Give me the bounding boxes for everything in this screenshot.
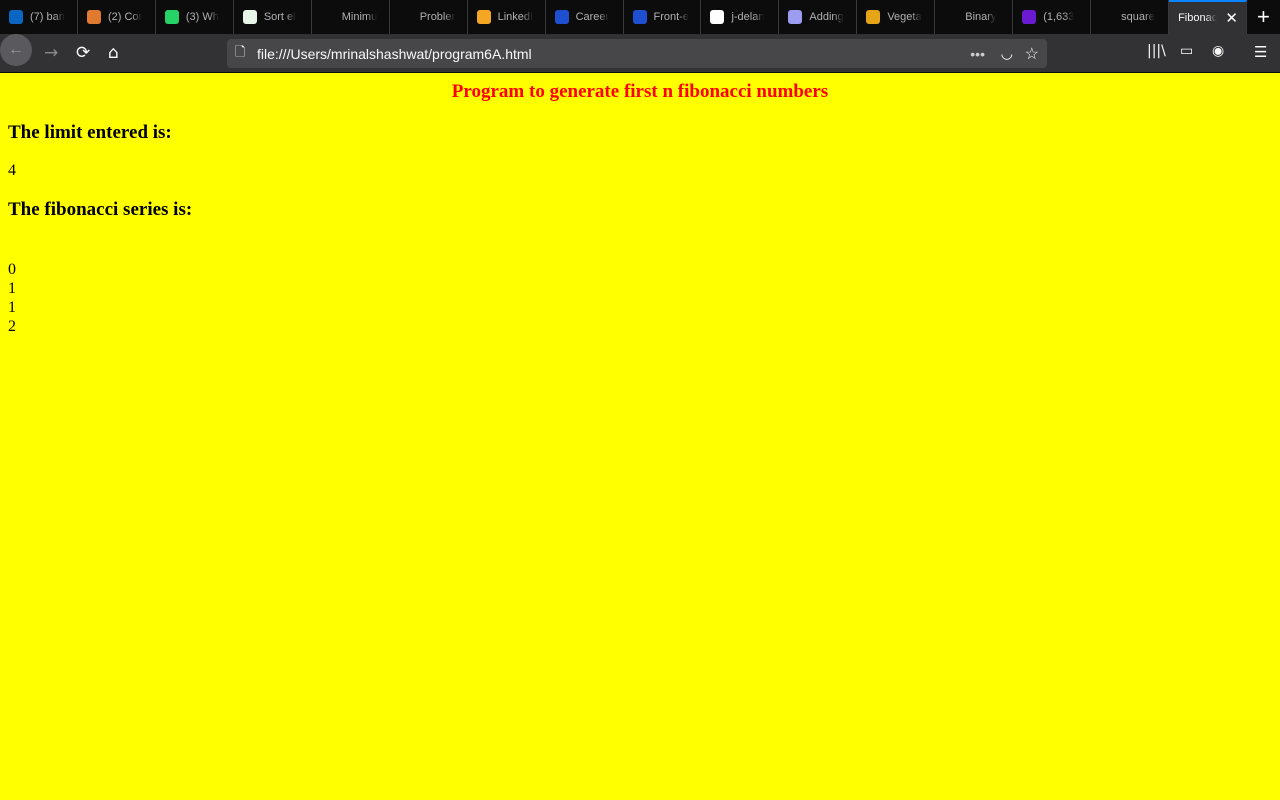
- series-item: 0: [8, 261, 16, 278]
- tab-label: Vegeta: [887, 11, 922, 23]
- nbc-icon: [476, 10, 491, 24]
- tab[interactable]: Career: [546, 0, 624, 34]
- tab-label: (7) ban: [30, 11, 65, 23]
- tab-active[interactable]: Fibonac ✕: [1169, 0, 1247, 34]
- tab-label: LinkedI: [497, 11, 534, 23]
- tab[interactable]: (7) ban: [0, 0, 78, 34]
- bluetooth-icon: [632, 10, 647, 24]
- bar-chart-icon: [866, 10, 881, 24]
- home-button[interactable]: ⌂: [108, 43, 119, 63]
- tab[interactable]: Binary: [935, 0, 1014, 34]
- github-icon: [710, 10, 725, 24]
- series-item: 1: [8, 299, 16, 316]
- pocket-icon[interactable]: ◡: [1001, 45, 1013, 62]
- arrow-left-icon: ←: [8, 41, 24, 58]
- page-actions-icon[interactable]: •••: [970, 46, 985, 62]
- tab[interactable]: j-delan: [701, 0, 780, 34]
- mail-icon: [1022, 10, 1037, 24]
- tab-label: Probler: [419, 11, 456, 23]
- geeksforgeeks-icon: [320, 10, 335, 24]
- tab[interactable]: Sort el: [234, 0, 312, 34]
- tab[interactable]: square: [1091, 0, 1170, 34]
- tab[interactable]: (3) Wh: [156, 0, 234, 34]
- series-item: 1: [8, 280, 16, 297]
- dot-icon: [1100, 10, 1115, 24]
- page-content: Program to generate first n fibonacci nu…: [0, 74, 1280, 336]
- tab-label: Front-e: [653, 11, 689, 23]
- interviewbit-icon: [944, 10, 959, 24]
- tab-label: square: [1121, 11, 1155, 23]
- limit-value: 4: [8, 162, 16, 179]
- tab-label: Fibonac: [1178, 12, 1218, 24]
- tab-label: j-delan: [731, 11, 765, 23]
- bluetooth-icon: [554, 10, 569, 24]
- tab-label: Adding: [809, 11, 844, 23]
- fibonacci-series: 0 1 1 2: [8, 260, 1272, 336]
- tab[interactable]: Probler: [390, 0, 468, 34]
- tab[interactable]: Vegeta: [857, 0, 936, 34]
- menu-icon[interactable]: ☰: [1254, 43, 1267, 61]
- geeksforgeeks-icon: [242, 10, 257, 24]
- tab[interactable]: (1,633: [1013, 0, 1092, 34]
- reload-button[interactable]: ⟳: [76, 43, 90, 63]
- account-icon[interactable]: ◉: [1212, 43, 1224, 59]
- library-icon[interactable]: |||\: [1147, 43, 1166, 59]
- tab[interactable]: LinkedI: [468, 0, 546, 34]
- tab[interactable]: Minimu: [312, 0, 390, 34]
- series-item: 2: [8, 318, 16, 335]
- tab-label: (1,633: [1043, 11, 1075, 23]
- page-icon: 🗋: [235, 43, 246, 59]
- codechef-icon: [86, 10, 101, 24]
- puzzle-icon: [788, 10, 803, 24]
- new-tab-button[interactable]: +: [1247, 0, 1280, 34]
- sidebar-icon[interactable]: ▭: [1180, 43, 1193, 59]
- warning-icon: [398, 10, 413, 24]
- whatsapp-icon: [164, 10, 179, 24]
- linkedin-icon: [9, 10, 23, 24]
- navigation-toolbar: ← → ⟳ ⌂ 🗋 file:///Users/mrinalshashwat/p…: [0, 34, 1280, 73]
- tab[interactable]: Front-e: [624, 0, 702, 34]
- tab-label: Career: [575, 11, 610, 23]
- page-title: Program to generate first n fibonacci nu…: [451, 81, 829, 102]
- tab[interactable]: (2) Cor: [78, 0, 156, 34]
- tab-label: (2) Cor: [107, 11, 143, 23]
- tab-bar: (7) ban (2) Cor (3) Wh Sort el Minimu Probler…: [0, 0, 1280, 34]
- close-tab-icon[interactable]: ✕: [1225, 9, 1238, 27]
- tab-label: (3) Wh: [185, 11, 219, 23]
- url-bar[interactable]: 🗋 file:///Users/mrinalshashwat/program6A…: [227, 39, 1047, 68]
- series-heading: The fibonacci series is:: [8, 199, 193, 220]
- back-button[interactable]: ←: [0, 34, 32, 66]
- url-text: file:///Users/mrinalshashwat/program6A.h…: [257, 45, 532, 62]
- tab-label: Binary: [965, 11, 997, 23]
- tab[interactable]: Adding: [779, 0, 858, 34]
- tab-label: Minimu: [341, 11, 378, 23]
- limit-heading: The limit entered is:: [8, 122, 172, 143]
- forward-button[interactable]: →: [44, 43, 58, 63]
- bookmark-star-icon[interactable]: ☆: [1025, 44, 1039, 64]
- tab-label: Sort el: [263, 11, 296, 23]
